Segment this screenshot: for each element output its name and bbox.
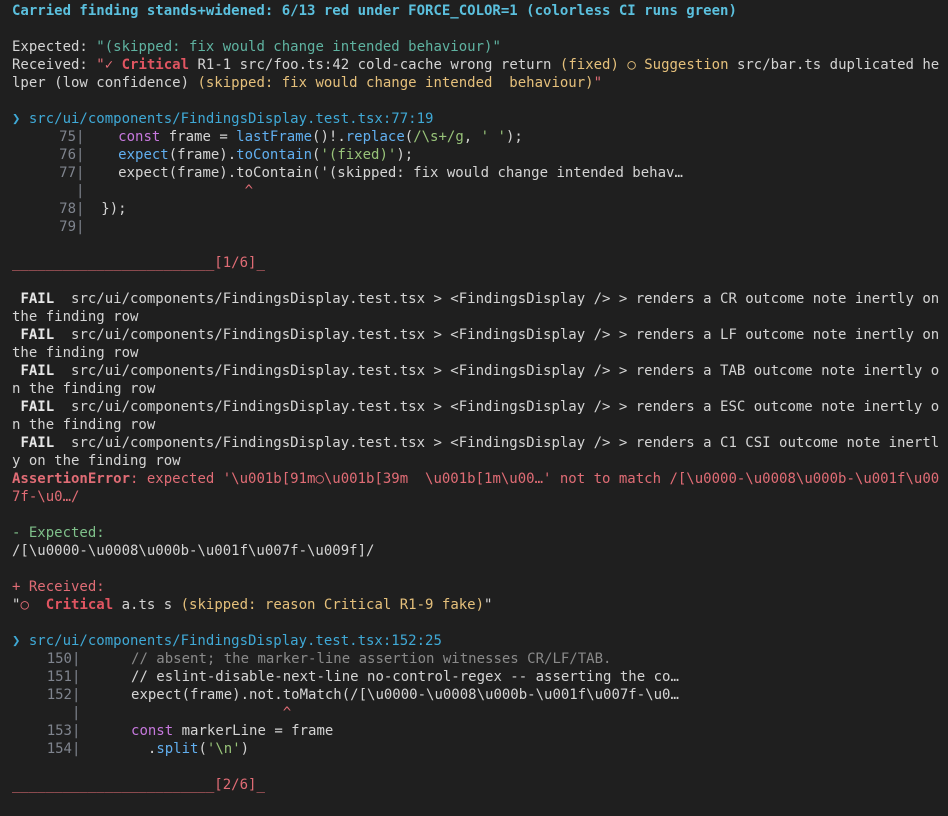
- expected-value: "(skipped: fix would change intended beh…: [96, 39, 501, 55]
- separator-2: ________________________[2/6]_: [12, 777, 265, 793]
- diff-expected-label: - Expected:: [12, 525, 105, 541]
- failure-row: FAIL src/ui/components/FindingsDisplay.t…: [12, 326, 940, 344]
- code-line-154: 154| .split('\n'): [46, 741, 250, 757]
- diff-received-label: + Received:: [12, 579, 105, 595]
- terminal-output: Carried finding stands+widened: 6/13 red…: [0, 0, 948, 794]
- code-line-150: 150| // absent; the marker-line assertio…: [46, 651, 612, 667]
- failure-row-wrap: n the finding row: [12, 417, 156, 433]
- fail-badge: FAIL: [20, 327, 55, 343]
- caret-marker: ^: [244, 183, 254, 199]
- failure-row-wrap: y on the finding row: [12, 453, 181, 469]
- code-line-76: 76| expect(frame).toContain('(fixed)');: [59, 147, 414, 163]
- fixed-label: (fixed): [559, 57, 619, 73]
- received-line-wrap: lper (low confidence) (skipped: fix woul…: [12, 75, 603, 91]
- separator-label: [2/6]: [214, 777, 257, 793]
- failure-row: FAIL src/ui/components/FindingsDisplay.t…: [12, 434, 940, 452]
- failure-row: FAIL src/ui/components/FindingsDisplay.t…: [12, 290, 940, 308]
- fail-badge: FAIL: [20, 399, 55, 415]
- failure-row-wrap: the finding row: [12, 309, 139, 325]
- fail-badge: FAIL: [20, 435, 55, 451]
- assertion-error-wrap: 7f-\u0…/: [12, 489, 80, 505]
- chevron-right-icon: ❯: [12, 111, 29, 127]
- code-line-75: 75| const frame = lastFrame()!.replace(/…: [59, 129, 523, 145]
- separator-label: [1/6]: [214, 255, 257, 271]
- code-line-77: 77| expect(frame).toContain('(skipped: f…: [59, 165, 683, 181]
- separator-1: ________________________[1/6]_: [12, 255, 265, 271]
- check-icon: ✓: [104, 57, 122, 73]
- expected-line: Expected: "(skipped: fix would change in…: [12, 39, 501, 55]
- assertion-error: AssertionError: expected '\u001b[91m○\u0…: [12, 471, 940, 487]
- failure-row: FAIL src/ui/components/FindingsDisplay.t…: [12, 362, 940, 380]
- caret-line-1: | ^: [76, 183, 254, 199]
- code-line-152: 152| expect(frame).not.toMatch(/[\u0000-…: [46, 687, 679, 703]
- circle-icon: ○: [618, 57, 645, 73]
- code-line-79: 79|: [59, 219, 85, 235]
- summary-title: Carried finding stands+widened: 6/13 red…: [12, 3, 737, 19]
- failure-row-wrap: n the finding row: [12, 381, 156, 397]
- skipped-label: (skipped: fix would change intended beha…: [197, 75, 594, 91]
- diff-received-value: "○ Critical a.ts s (skipped: reason Crit…: [12, 597, 493, 613]
- caret-marker: ^: [282, 705, 292, 721]
- source-path[interactable]: src/ui/components/FindingsDisplay.test.t…: [29, 633, 442, 649]
- failure-list: FAIL src/ui/components/FindingsDisplay.t…: [12, 290, 940, 470]
- circle-icon: ○: [20, 597, 29, 613]
- failure-row: FAIL src/ui/components/FindingsDisplay.t…: [12, 398, 940, 416]
- suggestion-label: Suggestion: [644, 57, 729, 73]
- failure-row-wrap: the finding row: [12, 345, 139, 361]
- skipped-label: (skipped: reason Critical R1-9 fake): [180, 597, 485, 613]
- code-line-78: 78| });: [59, 201, 127, 217]
- fail-badge: FAIL: [20, 291, 55, 307]
- caret-line-2: | ^: [72, 705, 292, 721]
- failure-test-path: src/ui/components/FindingsDisplay.test.t…: [54, 291, 940, 307]
- failure-test-path: src/ui/components/FindingsDisplay.test.t…: [54, 435, 940, 451]
- diff-expected-value: /[\u0000-\u0008\u000b-\u001f\u007f-\u009…: [12, 543, 375, 559]
- source-location-2[interactable]: ❯ src/ui/components/FindingsDisplay.test…: [12, 632, 936, 650]
- received-line: Received: "✓ Critical R1-1 src/foo.ts:42…: [12, 57, 940, 73]
- code-line-151: 151| // eslint-disable-next-line no-cont…: [46, 669, 679, 685]
- failure-test-path: src/ui/components/FindingsDisplay.test.t…: [54, 363, 940, 379]
- critical-label: Critical: [121, 57, 190, 73]
- source-path[interactable]: src/ui/components/FindingsDisplay.test.t…: [29, 111, 434, 127]
- critical-label: Critical: [45, 597, 114, 613]
- code-line-153: 153| const markerLine = frame: [46, 723, 334, 739]
- source-location-1[interactable]: ❯ src/ui/components/FindingsDisplay.test…: [12, 110, 936, 128]
- failure-test-path: src/ui/components/FindingsDisplay.test.t…: [54, 399, 940, 415]
- fail-badge: FAIL: [20, 363, 55, 379]
- chevron-right-icon: ❯: [12, 633, 29, 649]
- failure-test-path: src/ui/components/FindingsDisplay.test.t…: [54, 327, 940, 343]
